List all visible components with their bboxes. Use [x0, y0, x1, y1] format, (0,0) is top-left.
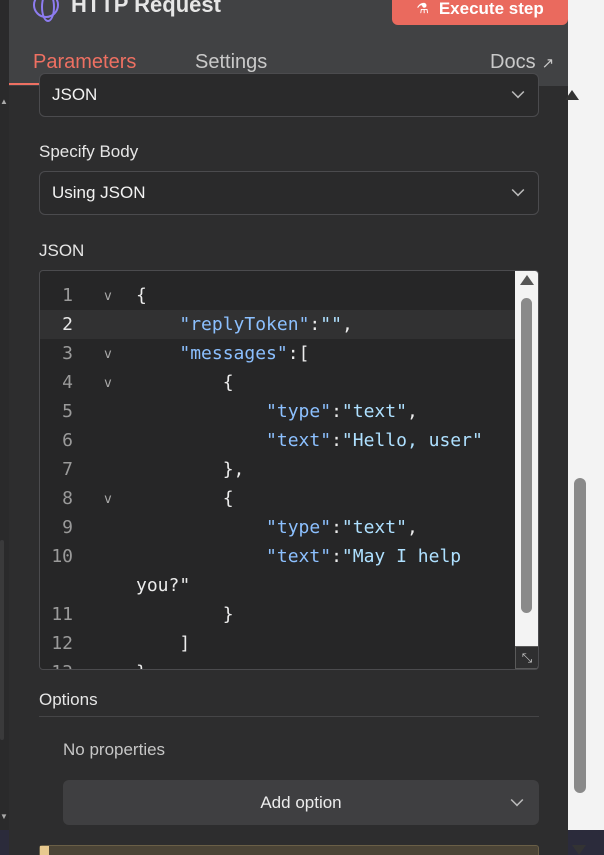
line-number: 11: [51, 604, 73, 625]
scroll-up-icon[interactable]: [520, 275, 534, 285]
code-text: "type":"text",: [266, 401, 418, 422]
specify-body-value: Using JSON: [52, 183, 146, 202]
editor-scrollbar[interactable]: [515, 271, 538, 669]
line-number: 4: [62, 372, 73, 393]
code-text: {: [136, 372, 234, 393]
fold-toggle-icon[interactable]: v: [104, 492, 112, 507]
line-number: 1: [62, 285, 73, 306]
add-option-label: Add option: [260, 792, 342, 812]
resize-handle-icon[interactable]: ⤡: [515, 646, 538, 669]
scroll-up-icon[interactable]: ▲: [0, 97, 8, 106]
code-text: },: [136, 459, 245, 480]
line-number: 8: [62, 488, 73, 509]
code-text: "text":"Hello, user": [266, 430, 483, 451]
chevron-down-icon: [511, 183, 525, 197]
code-line[interactable]: 2 "replyToken":"",: [40, 310, 516, 339]
body-content-type-value: JSON: [52, 85, 98, 104]
node-title: HTTP Request: [33, 0, 221, 22]
code-text: "messages":[: [179, 343, 310, 364]
code-line[interactable]: 12 ]: [40, 629, 516, 658]
external-link-icon: ↗: [541, 54, 555, 72]
node-title-text: HTTP Request: [71, 0, 221, 17]
outer-scroll-thumb[interactable]: [574, 478, 586, 793]
left-edge: ▲ ▼: [0, 0, 9, 855]
json-label: JSON: [39, 241, 85, 260]
code-line[interactable]: 9 "type":"text",: [40, 513, 516, 542]
notice-box: [39, 845, 539, 855]
specify-body-select[interactable]: Using JSON: [39, 171, 539, 215]
node-panel: HTTP Request ⚗ Execute step Parameters S…: [9, 0, 568, 855]
fold-toggle-icon[interactable]: v: [104, 376, 112, 391]
code-text: ]: [136, 633, 191, 654]
add-option-button[interactable]: Add option: [63, 780, 539, 825]
code-text: you?": [136, 575, 191, 596]
line-number: 2: [62, 314, 73, 335]
execute-step-label: Execute step: [438, 0, 544, 18]
editor-scroll-thumb[interactable]: [521, 298, 532, 613]
scroll-up-icon[interactable]: [565, 90, 579, 100]
scroll-down-icon[interactable]: [572, 845, 586, 855]
body-content-type-select[interactable]: JSON: [39, 73, 539, 117]
code-text: {: [136, 488, 234, 509]
code-text: }: [136, 662, 147, 669]
code-line[interactable]: 11 }: [40, 600, 516, 629]
scroll-down-icon[interactable]: ▼: [0, 812, 8, 821]
chevron-down-icon: [510, 793, 524, 807]
code-line[interactable]: 10 "text":"May I help: [40, 542, 516, 571]
code-line[interactable]: you?": [40, 571, 516, 600]
code-text: }: [136, 604, 234, 625]
code-line[interactable]: 4 v {: [40, 368, 516, 397]
code-line[interactable]: 6 "text":"Hello, user": [40, 426, 516, 455]
json-code-editor[interactable]: 13}12 ]11 }you?"10 "text":"May I help9 "…: [39, 270, 539, 670]
line-number: 9: [62, 517, 73, 538]
docs-label: Docs: [490, 51, 536, 73]
code-line[interactable]: 3 v "messages":[: [40, 339, 516, 368]
code-line[interactable]: 8 v {: [40, 484, 516, 513]
line-number: 5: [62, 401, 73, 422]
no-properties-text: No properties: [63, 740, 166, 759]
code-line[interactable]: 13}: [40, 658, 516, 669]
code-text: {: [136, 285, 147, 306]
line-number: 10: [51, 546, 73, 567]
line-number: 7: [62, 459, 73, 480]
options-title: Options: [39, 690, 98, 709]
line-number: 6: [62, 430, 73, 451]
chevron-down-icon: [511, 85, 525, 99]
specify-body-label: Specify Body: [39, 142, 139, 161]
code-line[interactable]: 5 "type":"text",: [40, 397, 516, 426]
execute-step-button[interactable]: ⚗ Execute step: [392, 0, 568, 25]
line-number: 13: [40, 662, 73, 669]
code-text: "type":"text",: [266, 517, 418, 538]
line-number: 3: [62, 343, 73, 364]
divider: [39, 716, 539, 717]
flask-icon: ⚗: [416, 0, 429, 16]
code-line[interactable]: 1 v {: [40, 281, 516, 310]
fold-toggle-icon[interactable]: v: [104, 289, 112, 304]
left-scrollbar[interactable]: [0, 540, 4, 740]
line-number: 12: [51, 633, 73, 654]
code-text: "text":"May I help: [266, 546, 462, 567]
fold-toggle-icon[interactable]: v: [104, 347, 112, 362]
code-text: "replyToken":"",: [179, 314, 353, 335]
globe-icon: [33, 0, 59, 22]
code-line[interactable]: 7 },: [40, 455, 516, 484]
